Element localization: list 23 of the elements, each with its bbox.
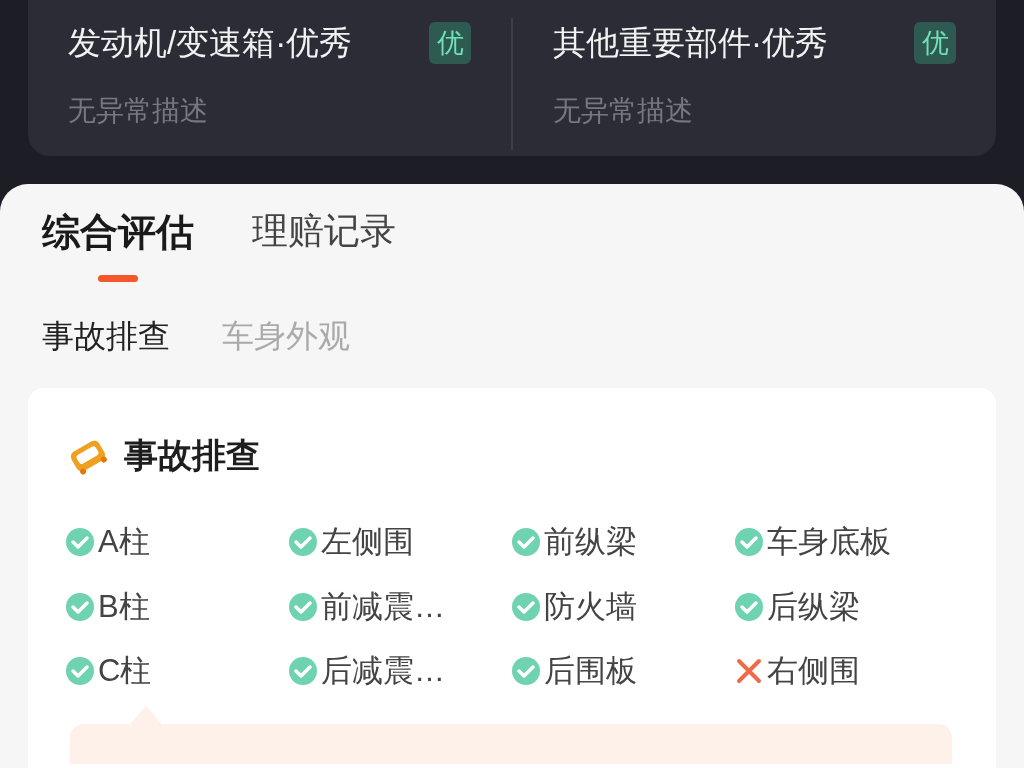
check-item: B柱 bbox=[98, 587, 150, 626]
check-item: 前减震… bbox=[321, 587, 445, 626]
tab-indicator bbox=[98, 275, 138, 282]
summary-note: 无异常描述 bbox=[553, 93, 694, 128]
check-item: 前纵梁 bbox=[544, 523, 637, 561]
check-item: 后纵梁 bbox=[767, 587, 860, 626]
grade-badge: 优 bbox=[914, 21, 956, 64]
check-item: 车身底板 bbox=[767, 523, 891, 561]
check-item: 左侧围 bbox=[321, 523, 414, 561]
section-title: 事故排查 bbox=[124, 435, 260, 476]
check-item: 右侧围 bbox=[767, 652, 860, 690]
check-item: A柱 bbox=[98, 523, 150, 561]
check-item: C柱 bbox=[98, 652, 152, 690]
tab[interactable]: 理赔记录 bbox=[252, 204, 396, 258]
check-item: 防火墙 bbox=[544, 587, 637, 626]
check-item: 后减震… bbox=[321, 652, 445, 690]
sub-tab[interactable]: 事故排查 bbox=[42, 312, 170, 360]
summary-title: 其他重要部件·优秀 bbox=[553, 23, 828, 63]
check-item: 后围板 bbox=[544, 652, 637, 690]
grade-badge: 优 bbox=[429, 21, 471, 64]
summary-title: 发动机/变速箱·优秀 bbox=[68, 23, 353, 63]
tab[interactable]: 综合评估 bbox=[42, 204, 194, 261]
summary-note: 无异常描述 bbox=[68, 93, 209, 128]
